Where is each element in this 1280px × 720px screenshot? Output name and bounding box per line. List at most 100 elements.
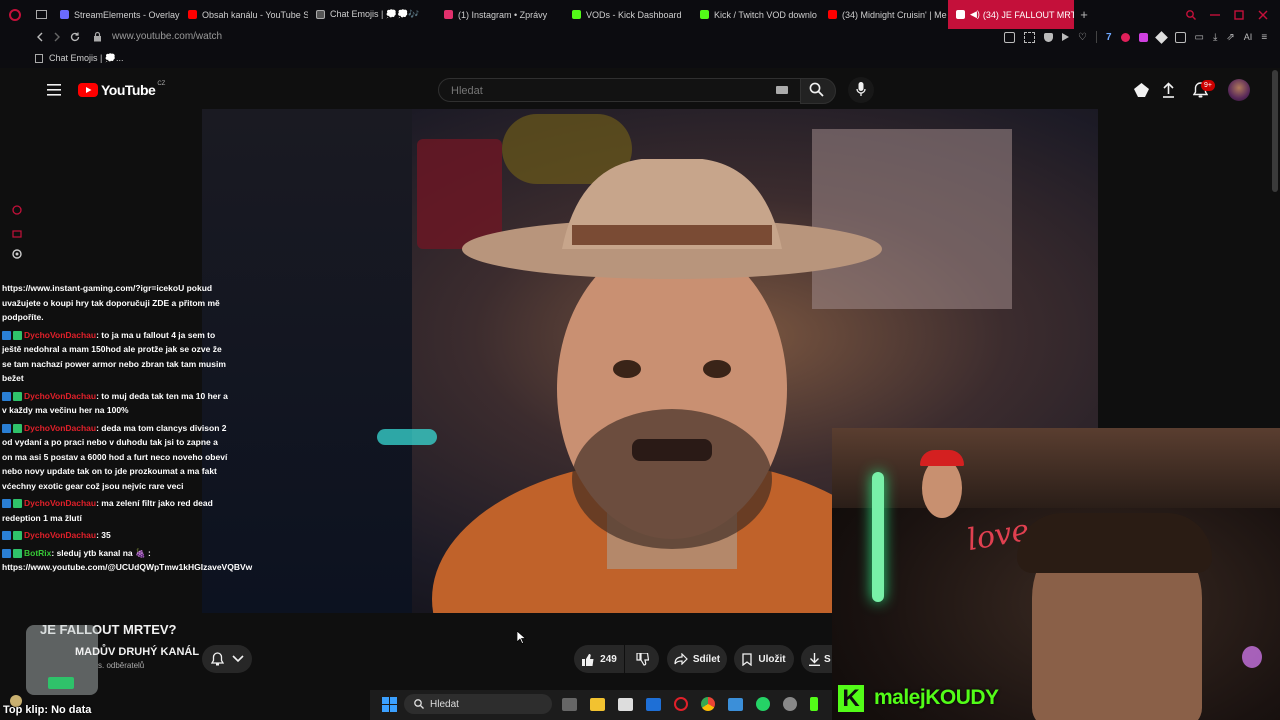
upload-icon[interactable] (1162, 82, 1175, 98)
chat-badge-icon (2, 499, 11, 509)
back-icon[interactable] (35, 32, 45, 42)
download-icon (809, 652, 820, 666)
screenshot-icon[interactable] (1024, 31, 1035, 43)
refresh-icon[interactable] (11, 204, 23, 216)
new-tab-button[interactable]: + (1074, 0, 1094, 29)
extensions-toolbar: ♡ 7 ▭ ⤓ ⇗ AI ≡ (1004, 30, 1267, 44)
chat-message: DychoVonDachau: 35 (2, 528, 228, 543)
chat-message: https://www.instant-gaming.com/?igr=icek… (2, 283, 220, 322)
chat-badge-icon (2, 330, 11, 340)
streamer-name: malejKOUDY (874, 686, 999, 709)
lock-icon[interactable] (11, 226, 23, 238)
app-icon[interactable] (783, 697, 797, 711)
minimize-icon[interactable] (1210, 10, 1220, 20)
webcam-overlay: love (832, 428, 1280, 720)
neon-light (377, 429, 437, 445)
play-icon[interactable] (1062, 33, 1069, 41)
chrome-icon[interactable] (701, 697, 715, 711)
share-icon[interactable]: ⇗ (1226, 32, 1234, 43)
close-icon[interactable] (1258, 10, 1268, 20)
avatar[interactable] (1228, 79, 1250, 101)
search-input[interactable] (449, 81, 763, 101)
maximize-icon[interactable] (1234, 9, 1244, 20)
thumbs-up-icon (582, 653, 594, 666)
toolbar-divider (1095, 31, 1097, 43)
tab-kick-dashboard[interactable]: VODs - Kick Dashboard (564, 0, 692, 29)
download-icon[interactable]: ⤓ (1213, 32, 1217, 43)
keyboard-icon[interactable] (776, 86, 788, 94)
tab-kick-vod-downloader[interactable]: Kick / Twitch VOD downlo (692, 0, 820, 29)
workspaces-icon[interactable] (30, 0, 52, 29)
store-icon[interactable] (618, 697, 633, 711)
whatsapp-icon[interactable] (756, 697, 770, 711)
ai-icon[interactable]: AI (1244, 32, 1253, 42)
extension-tool-icon[interactable] (1134, 83, 1149, 97)
extension-diamond-icon[interactable] (1154, 30, 1168, 44)
task-view-icon[interactable] (562, 697, 577, 711)
streamelements-icon (60, 10, 69, 19)
dislike-button[interactable] (625, 645, 659, 673)
extension-red-icon[interactable] (1120, 32, 1130, 42)
page-icon (316, 10, 325, 19)
lock-icon[interactable] (93, 31, 102, 42)
search-tabs-icon[interactable] (1186, 9, 1196, 20)
taskbar-search[interactable]: Hledat (404, 694, 552, 714)
shield-icon[interactable] (1044, 32, 1053, 42)
wall-photos (832, 428, 1280, 508)
green-light-bar (872, 472, 884, 602)
page-icon (35, 54, 43, 63)
heart-icon[interactable]: ♡ (1078, 32, 1087, 43)
chat-message: DychoVonDachau: ma zelení filtr jako red… (2, 498, 213, 523)
extensions-puzzle-icon[interactable] (1174, 31, 1186, 43)
top-clip-status: Top klip: No data (3, 704, 92, 716)
bookmarks-bar (0, 49, 1280, 68)
tab-streamelements[interactable]: StreamElements - Overlay (52, 0, 180, 29)
tab-midnight-cruisin[interactable]: (34) Midnight Cruisin' | Me (820, 0, 948, 29)
chat-badge-icon (13, 330, 22, 340)
subscribed-bell-button[interactable] (202, 645, 252, 673)
headphones (1017, 513, 1212, 573)
instagram-icon (444, 10, 453, 19)
menu-icon[interactable]: ≡ (1261, 32, 1267, 43)
taskbar-apps (562, 697, 818, 711)
chat-badge-icon (2, 423, 11, 433)
url-field[interactable]: www.youtube.com/watch (112, 31, 222, 42)
chat-badge-icon (13, 423, 22, 433)
opera-gx-icon[interactable] (674, 697, 688, 711)
youtube-logo[interactable]: YouTube CZ (78, 81, 165, 98)
reload-icon[interactable] (70, 32, 80, 42)
tab-icon[interactable]: ▭ (1195, 32, 1204, 43)
pin-icon[interactable] (1004, 31, 1015, 43)
download-button[interactable]: S (801, 645, 832, 673)
tab-fallout-video[interactable]: ◀) (34) JE FALLOUT MRT (948, 0, 1074, 29)
chat-side-icons (11, 204, 23, 260)
tab-youtube-studio[interactable]: Obsah kanálu - YouTube S (180, 0, 308, 29)
save-button[interactable]: Uložit (734, 645, 794, 673)
tab-instagram[interactable]: (1) Instagram • Zprávy (436, 0, 564, 29)
browser-menu-icon[interactable] (0, 0, 30, 29)
kick-app-icon[interactable] (810, 697, 818, 711)
file-explorer-icon[interactable] (590, 697, 605, 711)
photos-icon[interactable] (728, 697, 743, 711)
youtube-icon (828, 10, 837, 19)
bookmark-chat-emojis[interactable]: Chat Emojis | 💭... (35, 53, 124, 64)
share-button[interactable]: Sdílet (667, 645, 727, 673)
settings-gear-icon[interactable] (11, 248, 23, 260)
chat-message: DychoVonDachau: to muj deda tak ten ma 1… (2, 390, 228, 415)
tab-chat-emojis[interactable]: Chat Emojis | 💭💭🎶 (308, 0, 436, 29)
outlook-icon[interactable] (646, 697, 661, 711)
extension-purple-icon[interactable] (1138, 32, 1148, 42)
chat-badge-icon (13, 499, 22, 509)
kick-icon (700, 10, 709, 19)
windows-start-icon[interactable] (382, 697, 397, 712)
hamburger-menu-icon[interactable] (47, 84, 61, 96)
page-scrollbar[interactable] (1272, 70, 1278, 192)
extension-7tv-icon[interactable]: 7 (1106, 32, 1112, 43)
like-button[interactable]: 249 (574, 645, 624, 673)
cash-icon (48, 677, 74, 689)
chat-message: BotRix: sleduj ytb kanal na 🍇 : https://… (2, 547, 253, 572)
youtube-icon (188, 10, 197, 19)
forward-icon[interactable] (52, 32, 62, 42)
chat-badge-icon (2, 531, 11, 541)
channel-name[interactable]: MADŮV DRUHÝ KANÁL (75, 646, 199, 658)
